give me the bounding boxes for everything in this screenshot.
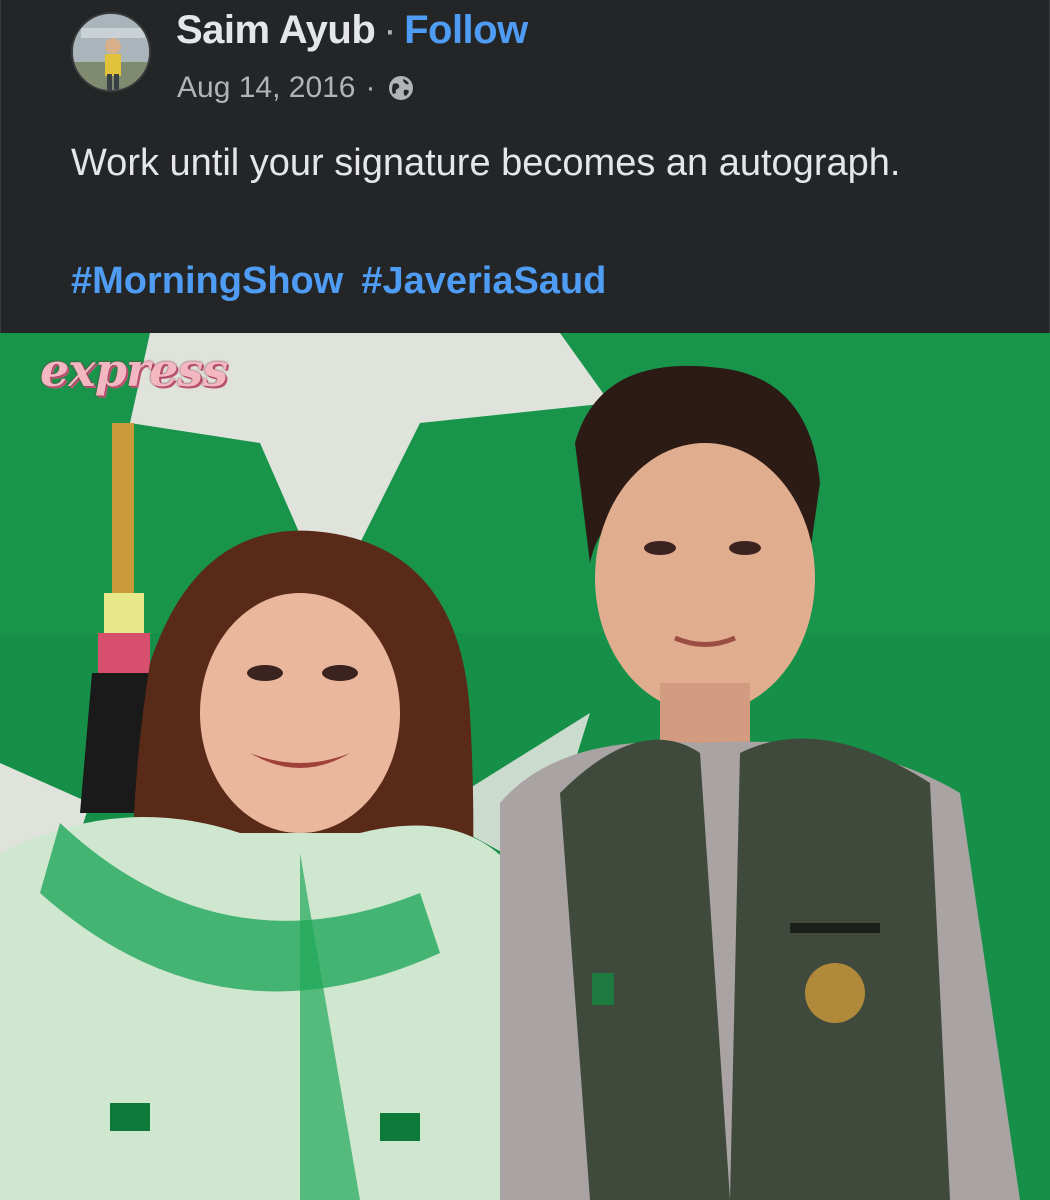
follow-button[interactable]: Follow <box>404 8 528 52</box>
separator-dot: · <box>383 8 397 52</box>
post-text: Work until your signature becomes an aut… <box>71 142 901 184</box>
post-date[interactable]: Aug 14, 2016 <box>177 68 356 108</box>
post-card: Saim Ayub · Follow Aug 14, 2016 · Work unt… <box>0 0 1050 333</box>
author-row: Saim Ayub · Follow <box>176 6 528 54</box>
post-photo[interactable]: express <box>0 333 1050 1200</box>
author-name[interactable]: Saim Ayub <box>176 8 376 52</box>
screenshot-frame: Saim Ayub · Follow Aug 14, 2016 · Work unt… <box>0 0 1050 1200</box>
post-meta: Aug 14, 2016 · <box>177 68 416 108</box>
author-avatar[interactable] <box>71 12 151 92</box>
hashtag-javeriasaud[interactable]: #JaveriaSaud <box>361 260 606 302</box>
separator-dot: · <box>365 71 376 104</box>
hashtag-morningshow[interactable]: #MorningShow <box>71 260 343 302</box>
avatar-photo <box>73 14 149 90</box>
photo-illustration <box>0 333 1050 1200</box>
hashtag-list: #MorningShow #JaveriaSaud <box>71 253 624 309</box>
channel-logo: express <box>40 343 228 397</box>
globe-icon[interactable] <box>386 73 416 103</box>
